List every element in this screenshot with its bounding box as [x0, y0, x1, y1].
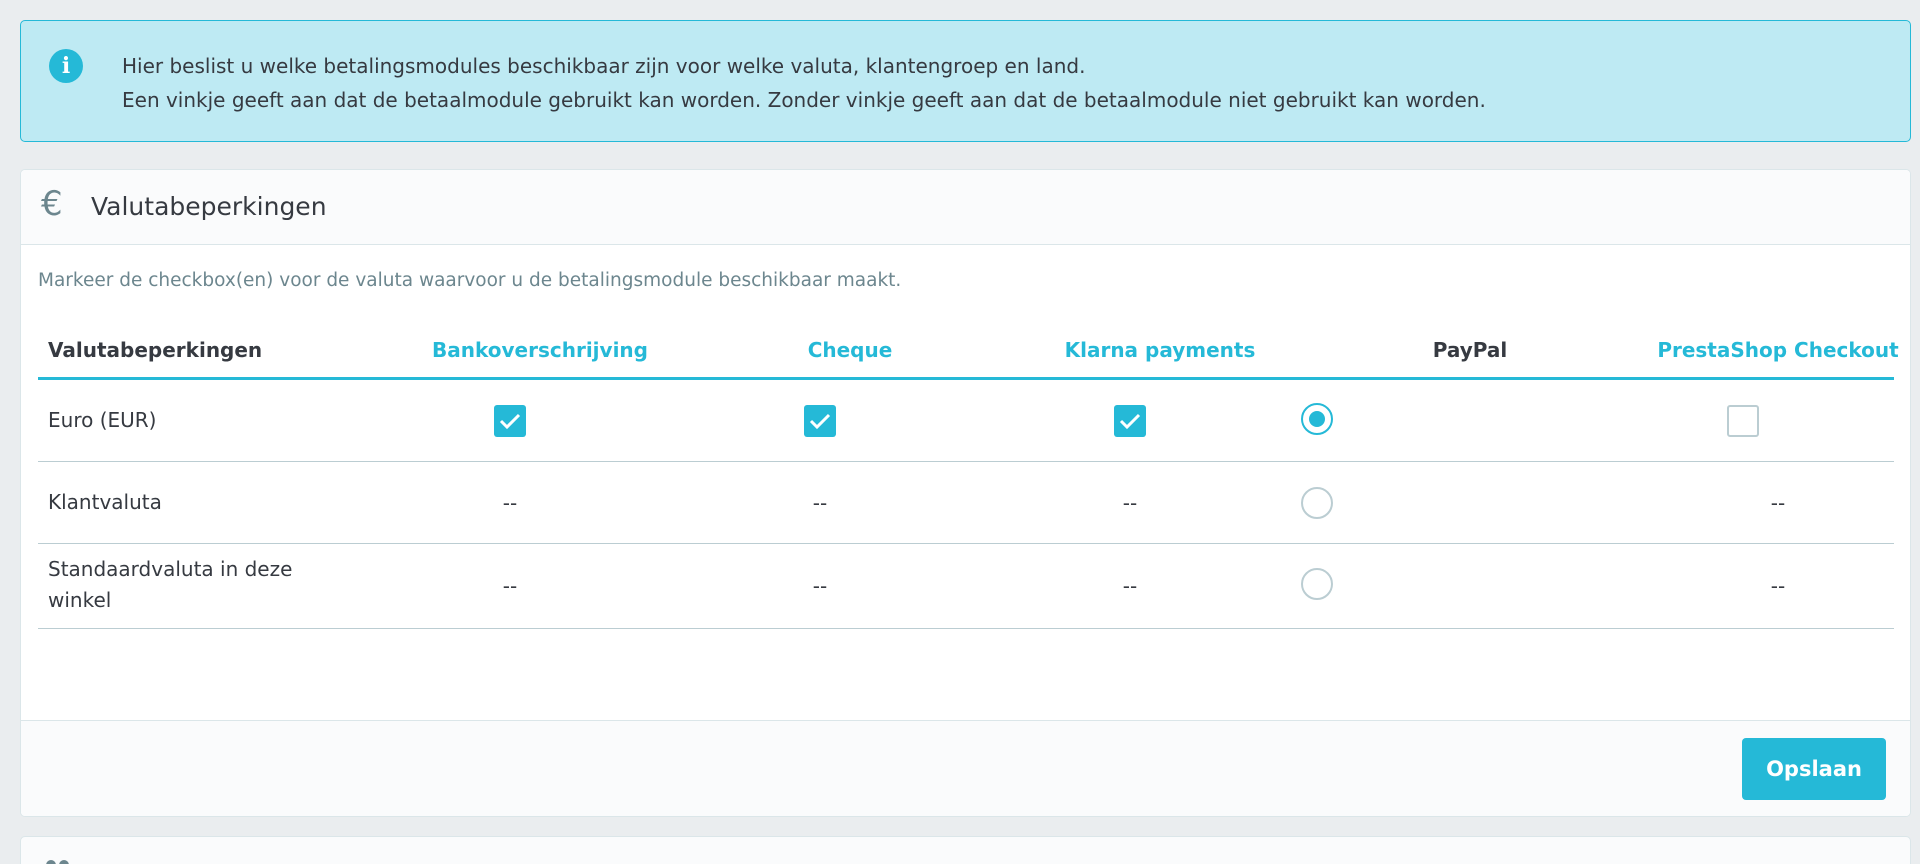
bank-value: --: [502, 490, 518, 515]
panel-footer: Opslaan: [21, 720, 1910, 816]
currency-table: Valutabeperkingen Bankoverschrijving Che…: [38, 320, 1899, 629]
klarna-value: --: [1122, 574, 1138, 598]
header-bankoverschrijving[interactable]: Bankoverschrijving: [380, 320, 700, 380]
header-prestashop-checkout[interactable]: PrestaShop Checkout: [1618, 320, 1910, 380]
header-paypal: PayPal: [1432, 338, 1508, 362]
check-icon: [499, 413, 521, 429]
row-label: Klantvaluta: [48, 490, 162, 514]
cheque-eur-checkbox[interactable]: [804, 404, 836, 437]
save-button[interactable]: Opslaan: [1742, 738, 1886, 800]
currency-restrictions-panel: € Valutabeperkingen Markeer de checkbox(…: [20, 169, 1911, 817]
klarna-value: --: [1122, 490, 1138, 515]
panel-description: Markeer de checkbox(en) voor de valuta w…: [38, 270, 902, 291]
table-row: Klantvaluta -- -- -- --: [38, 462, 1894, 544]
klarna-cell: [1100, 380, 1160, 461]
alert-message: Hier beslist u welke betalingsmodules be…: [122, 49, 1486, 117]
paypal-cell: [1287, 380, 1347, 457]
bank-eur-checkbox[interactable]: [494, 404, 526, 437]
info-icon: i: [49, 49, 83, 83]
cheque-cell: [790, 380, 850, 461]
bank-value: --: [502, 574, 518, 598]
prestashop-value: --: [1770, 490, 1786, 515]
radio-dot: [1309, 410, 1325, 427]
alert-line-1: Hier beslist u welke betalingsmodules be…: [122, 54, 1086, 78]
euro-icon: €: [41, 184, 63, 224]
panel-header: € Valutabeperkingen: [21, 170, 1910, 245]
paypal-cell: [1287, 462, 1347, 543]
header-valutabeperkingen: Valutabeperkingen: [48, 338, 263, 362]
klarna-eur-checkbox[interactable]: [1114, 404, 1146, 437]
header-cheque[interactable]: Cheque: [690, 320, 1010, 380]
check-icon: [1119, 413, 1141, 429]
check-icon: [809, 413, 831, 429]
prestashop-value: --: [1770, 574, 1786, 598]
next-panel: [20, 836, 1911, 864]
paypal-eur-radio[interactable]: [1301, 402, 1333, 435]
cheque-value: --: [812, 574, 828, 598]
row-label: Standaardvaluta in deze winkel: [48, 554, 292, 616]
row-label-line-1: Standaardvaluta in deze: [48, 557, 293, 581]
row-label-line-2: winkel: [48, 588, 112, 612]
info-alert: i Hier beslist u welke betalingsmodules …: [20, 20, 1911, 142]
paypal-klantvaluta-radio[interactable]: [1301, 486, 1333, 519]
table-row: Euro (EUR): [38, 380, 1894, 462]
prestashop-eur-checkbox[interactable]: [1727, 404, 1759, 437]
table-header: Valutabeperkingen Bankoverschrijving Che…: [38, 320, 1899, 380]
paypal-cell: [1287, 544, 1347, 624]
alert-line-2: Een vinkje geeft aan dat de betaalmodule…: [122, 88, 1486, 112]
row-label: Euro (EUR): [48, 408, 157, 432]
header-klarna-payments[interactable]: Klarna payments: [1000, 320, 1320, 380]
table-row: Standaardvaluta in deze winkel -- -- -- …: [38, 544, 1894, 629]
paypal-standaardvaluta-radio[interactable]: [1301, 568, 1333, 600]
cheque-value: --: [812, 490, 828, 515]
prestashop-cell: [1713, 380, 1773, 461]
panel-title: Valutabeperkingen: [91, 192, 327, 221]
bank-cell: [480, 380, 540, 461]
users-icon: [46, 860, 69, 864]
